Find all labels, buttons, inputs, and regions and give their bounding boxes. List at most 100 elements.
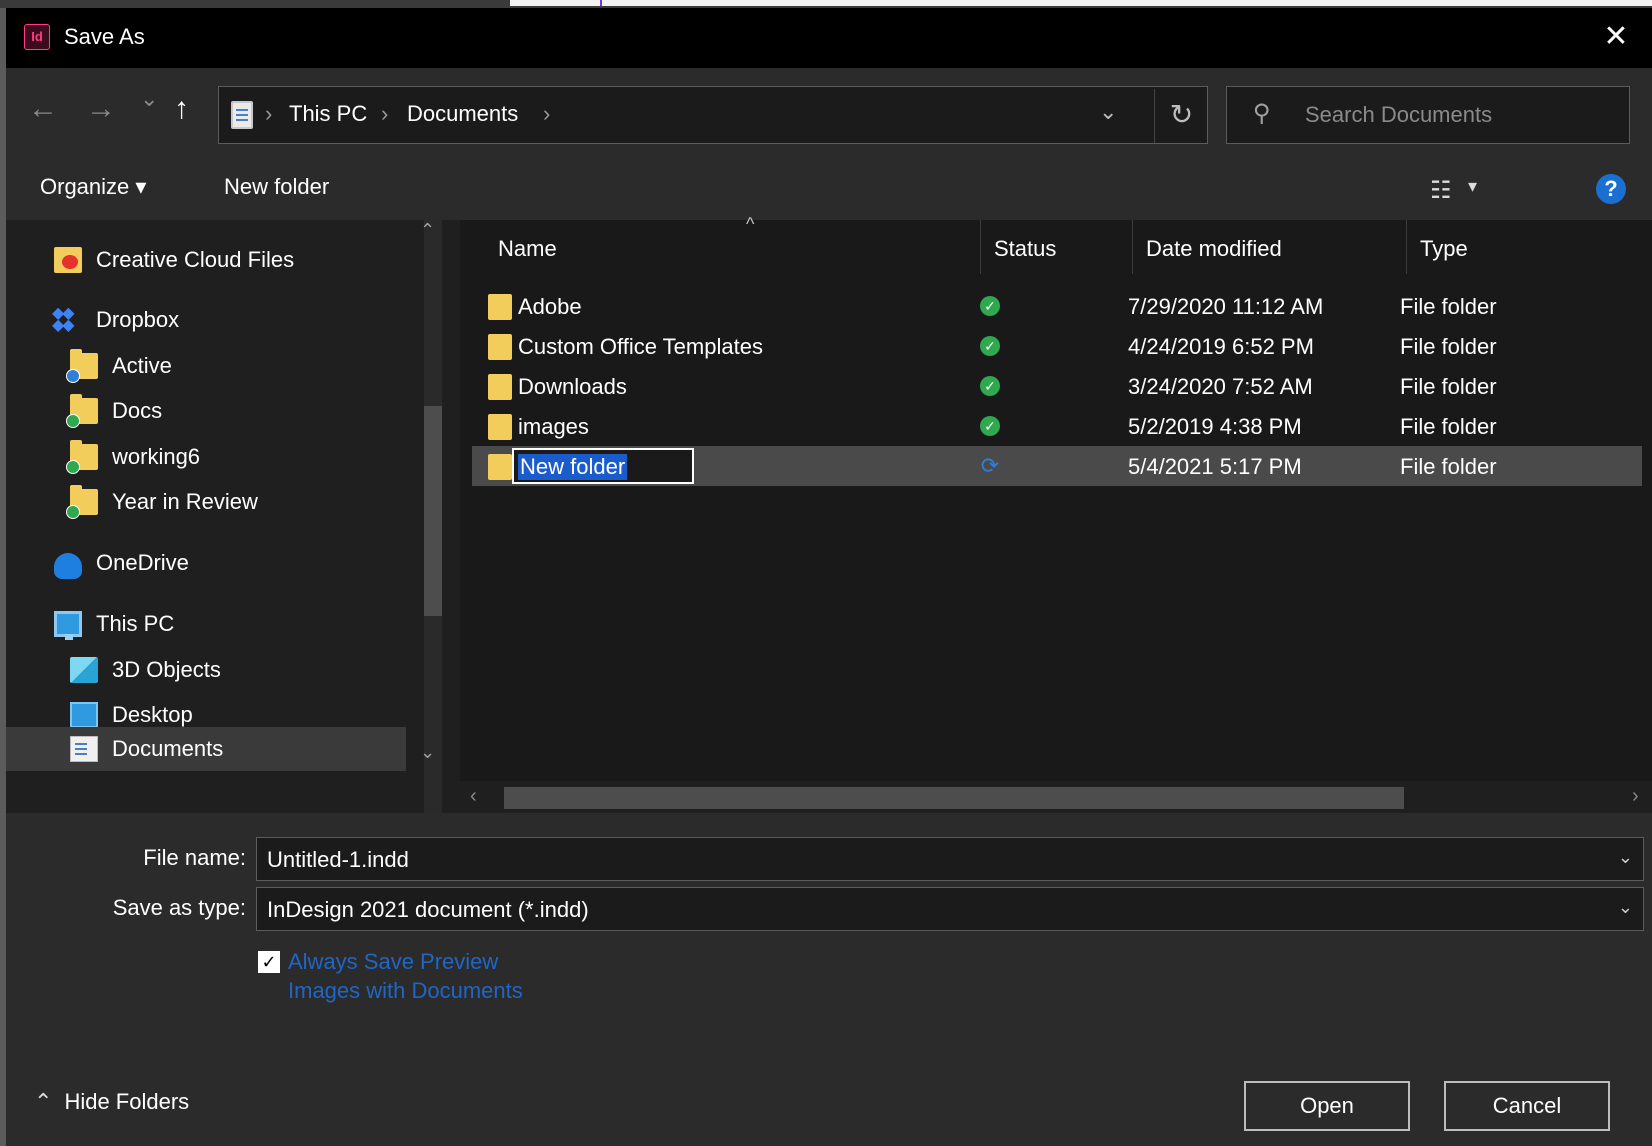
breadcrumb-documents[interactable]: Documents [407, 101, 518, 127]
file-type: File folder [1400, 414, 1497, 439]
sidebar-item-docs[interactable]: Docs [66, 389, 162, 433]
scroll-down-icon[interactable]: ⌄ [420, 742, 435, 763]
preview-checkbox-label[interactable]: Always Save Preview Images with Document… [288, 947, 528, 1005]
new-folder-button[interactable]: New folder [224, 174, 329, 200]
file-name: Custom Office Templates [518, 334, 763, 359]
table-row[interactable]: images ✓ 5/2/2019 4:38 PM File folder [472, 406, 1642, 446]
save-as-type-value[interactable]: InDesign 2021 document (*.indd) [267, 897, 589, 923]
hide-folders-button[interactable]: ⌃ Hide Folders [34, 1089, 189, 1115]
file-name-field[interactable]: Untitled-1.indd ⌄ [256, 837, 1644, 881]
file-date: 5/4/2021 5:17 PM [1128, 454, 1302, 479]
documents-icon [70, 736, 98, 762]
chevron-down-icon[interactable]: ⌄ [1618, 897, 1633, 918]
synced-status-icon: ✓ [980, 336, 1000, 356]
file-name-value[interactable]: Untitled-1.indd [267, 847, 409, 873]
rename-input[interactable]: New folder [512, 448, 694, 484]
scrollbar-thumb[interactable] [504, 787, 1404, 809]
address-bar[interactable]: › This PC › Documents › ⌄ ↻ [218, 86, 1208, 144]
recent-locations-chevron-icon[interactable]: ⌄ [140, 86, 158, 112]
sidebar-item-label: Dropbox [96, 307, 180, 332]
sidebar-item-dropbox[interactable]: Dropbox [52, 298, 180, 342]
background-canvas [510, 0, 1652, 6]
sidebar-item-creative-cloud-files[interactable]: Creative Cloud Files [54, 238, 294, 282]
column-divider[interactable] [1132, 220, 1133, 274]
navigation-bar: ← → ⌄ ↑ › This PC › Documents › ⌄ ↻ ⚲ [6, 68, 1652, 158]
preview-checkbox[interactable]: ✓ [258, 951, 280, 973]
sidebar-item-onedrive[interactable]: OneDrive [54, 541, 189, 585]
table-row[interactable]: Adobe ✓ 7/29/2020 11:12 AM File folder [472, 286, 1642, 326]
file-type: File folder [1400, 454, 1497, 479]
search-input[interactable] [1305, 97, 1615, 133]
folder-icon [488, 294, 512, 320]
help-icon[interactable]: ? [1596, 174, 1626, 204]
table-row[interactable]: Custom Office Templates ✓ 4/24/2019 6:52… [472, 326, 1642, 366]
scroll-up-icon[interactable]: ⌃ [420, 220, 435, 241]
file-date: 3/24/2020 7:52 AM [1128, 374, 1313, 399]
onedrive-icon [54, 553, 82, 579]
scroll-right-icon[interactable]: › [1632, 785, 1639, 808]
save-as-dialog: Id Save As ✕ ← → ⌄ ↑ › This PC › Documen… [6, 8, 1652, 1146]
dropbox-icon [52, 303, 82, 335]
sidebar-item-label: Creative Cloud Files [96, 247, 295, 272]
indesign-app-icon: Id [24, 24, 50, 50]
breadcrumb-this-pc[interactable]: This PC [289, 101, 367, 127]
horizontal-scrollbar[interactable]: ‹ › [460, 781, 1652, 813]
breadcrumb-separator: › [265, 101, 273, 126]
synced-status-icon: ✓ [980, 296, 1000, 316]
close-button[interactable]: ✕ [1598, 20, 1634, 56]
column-header-date-modified[interactable]: Date modified [1146, 220, 1282, 274]
forward-arrow-icon[interactable]: → [86, 92, 116, 126]
view-dropdown-icon[interactable]: ▾ [1468, 176, 1477, 197]
column-header-status[interactable]: Status [994, 220, 1056, 274]
file-list: ^ Name Status Date modified Type Adobe ✓… [460, 214, 1652, 813]
folder-icon [488, 334, 512, 360]
sidebar-item-year-in-review[interactable]: Year in Review [66, 480, 258, 524]
search-box[interactable]: ⚲ [1226, 86, 1630, 144]
open-button[interactable]: Open [1244, 1081, 1410, 1131]
organize-button[interactable]: Organize ▾ [40, 174, 146, 200]
save-options-panel: File name: Untitled-1.indd ⌄ Save as typ… [6, 813, 1652, 1146]
file-date: 7/29/2020 11:12 AM [1128, 294, 1324, 319]
file-name: Adobe [518, 294, 582, 319]
sidebar-item-active[interactable]: Active [66, 344, 172, 388]
view-options-icon[interactable]: ☷ [1430, 176, 1452, 205]
sidebar-item-label: Documents [112, 736, 224, 761]
title-bar: Id Save As ✕ [6, 8, 1652, 68]
navigation-pane: Creative Cloud Files Dropbox Active Docs… [6, 220, 460, 813]
rename-selected-text[interactable]: New folder [518, 454, 628, 480]
sidebar-item-this-pc[interactable]: This PC [54, 602, 174, 646]
synced-badge-icon [66, 460, 80, 474]
scroll-left-icon[interactable]: ‹ [470, 785, 477, 808]
back-arrow-icon[interactable]: ← [28, 92, 58, 126]
column-header-type[interactable]: Type [1420, 220, 1468, 274]
sidebar-item-working6[interactable]: working6 [66, 435, 200, 479]
column-header-name[interactable]: Name [498, 220, 557, 274]
synced-status-icon: ✓ [980, 416, 1000, 436]
folder-icon [488, 414, 512, 440]
sidebar-scrollbar[interactable]: ⌃ ⌄ [406, 220, 460, 813]
scrollbar-thumb[interactable] [424, 406, 442, 616]
background-app-strip [0, 0, 1652, 8]
sidebar-item-3d-objects[interactable]: 3D Objects [70, 648, 221, 692]
folder-icon [488, 454, 512, 480]
sidebar-item-label: 3D Objects [112, 657, 221, 682]
column-divider[interactable] [1406, 220, 1407, 274]
folder-icon [66, 485, 98, 519]
creative-cloud-icon [54, 247, 82, 273]
table-row[interactable]: Downloads ✓ 3/24/2020 7:52 AM File folde… [472, 366, 1642, 406]
table-row-selected[interactable]: New folder ⟳ 5/4/2021 5:17 PM File folde… [472, 446, 1642, 486]
save-as-type-select[interactable]: InDesign 2021 document (*.indd) ⌄ [256, 887, 1644, 931]
sidebar-item-documents[interactable]: Documents [6, 727, 406, 771]
chevron-down-icon[interactable]: ⌄ [1618, 847, 1633, 868]
file-name: Downloads [518, 374, 627, 399]
breadcrumb-separator[interactable]: › [543, 101, 550, 127]
sort-ascending-icon: ^ [746, 214, 755, 234]
cancel-button[interactable]: Cancel [1444, 1081, 1610, 1131]
file-name: images [518, 414, 589, 439]
column-divider[interactable] [980, 220, 981, 274]
command-bar: Organize ▾ New folder ☷ ▾ ? [6, 158, 1652, 220]
up-arrow-icon[interactable]: ↑ [174, 92, 189, 126]
sidebar-item-label: OneDrive [96, 550, 189, 575]
address-dropdown-icon[interactable]: ⌄ [1099, 99, 1117, 125]
refresh-icon[interactable]: ↻ [1154, 89, 1208, 143]
